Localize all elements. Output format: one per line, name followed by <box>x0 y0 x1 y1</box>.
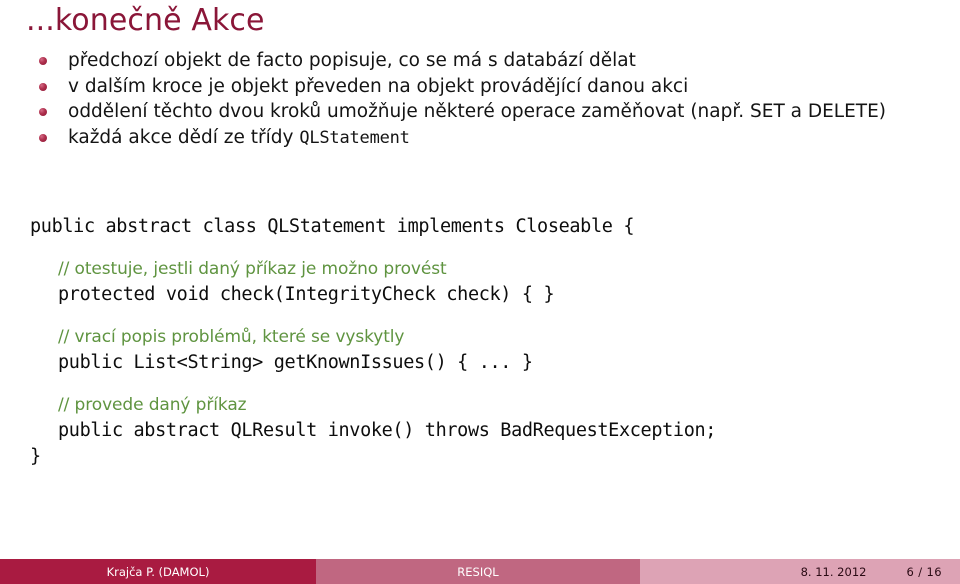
list-item: každá akce dědí ze třídy QLStatement <box>30 125 930 152</box>
page-title: ...konečně Akce <box>26 3 265 38</box>
list-item: v dalším kroce je objekt převeden na obj… <box>30 74 930 100</box>
code-comment-check: // otestuje, jestli daný příkaz je možno… <box>58 259 447 279</box>
bullet-list: předchozí objekt de facto popisuje, co s… <box>30 48 930 151</box>
bullet-dot-icon <box>39 108 47 116</box>
footer-page-number: 6 / 16 <box>906 564 942 579</box>
code-line-closing-brace: } <box>30 446 41 467</box>
list-item-label: předchozí objekt de facto popisuje, co s… <box>68 50 636 71</box>
footer-talk-title: RESIQL <box>316 559 640 584</box>
bullet-dot-icon <box>39 133 47 142</box>
list-item-text-before: každá akce dědí ze třídy <box>68 126 300 148</box>
footer-date: 8. 11. 2012 <box>800 564 867 579</box>
list-item: předchozí objekt de facto popisuje, co s… <box>30 48 930 74</box>
code-spacer <box>30 308 930 324</box>
list-item-label: v dalším kroce je objekt převeden na obj… <box>68 75 689 97</box>
list-item-label: oddělení těchto dvou kroků umožňuje někt… <box>68 101 886 122</box>
code-line-check-method: protected void check(IntegrityCheck chec… <box>58 284 555 305</box>
code-line-get-known-issues: public List<String> getKnownIssues() { .… <box>58 352 533 373</box>
list-item: oddělení těchto dvou kroků umožňuje někt… <box>30 99 930 125</box>
code-spacer <box>30 240 930 256</box>
inline-code-qlstatement: QLStatement <box>299 127 410 148</box>
code-listing: public abstract class QLStatement implem… <box>30 214 930 470</box>
code-spacer <box>30 376 930 392</box>
code-comment-invoke: // provede daný příkaz <box>58 395 247 415</box>
bullet-dot-icon <box>39 82 47 91</box>
code-comment-known-issues: // vrací popis problémů, které se vyskyt… <box>58 327 405 347</box>
code-line-class-declaration: public abstract class QLStatement implem… <box>30 216 635 237</box>
footer-meta: 8. 11. 2012 6 / 16 <box>640 559 960 584</box>
footer-author: Krajča P. (DAMOL) <box>0 559 316 584</box>
slide-footer: Krajča P. (DAMOL) RESIQL 8. 11. 2012 6 /… <box>0 559 960 584</box>
code-line-invoke-method: public abstract QLResult invoke() throws… <box>58 420 717 441</box>
list-item-label: každá akce dědí ze třídy QLStatement <box>68 125 930 152</box>
presentation-slide: ...konečně Akce předchozí objekt de fact… <box>0 0 960 584</box>
bullet-dot-icon <box>39 57 47 65</box>
